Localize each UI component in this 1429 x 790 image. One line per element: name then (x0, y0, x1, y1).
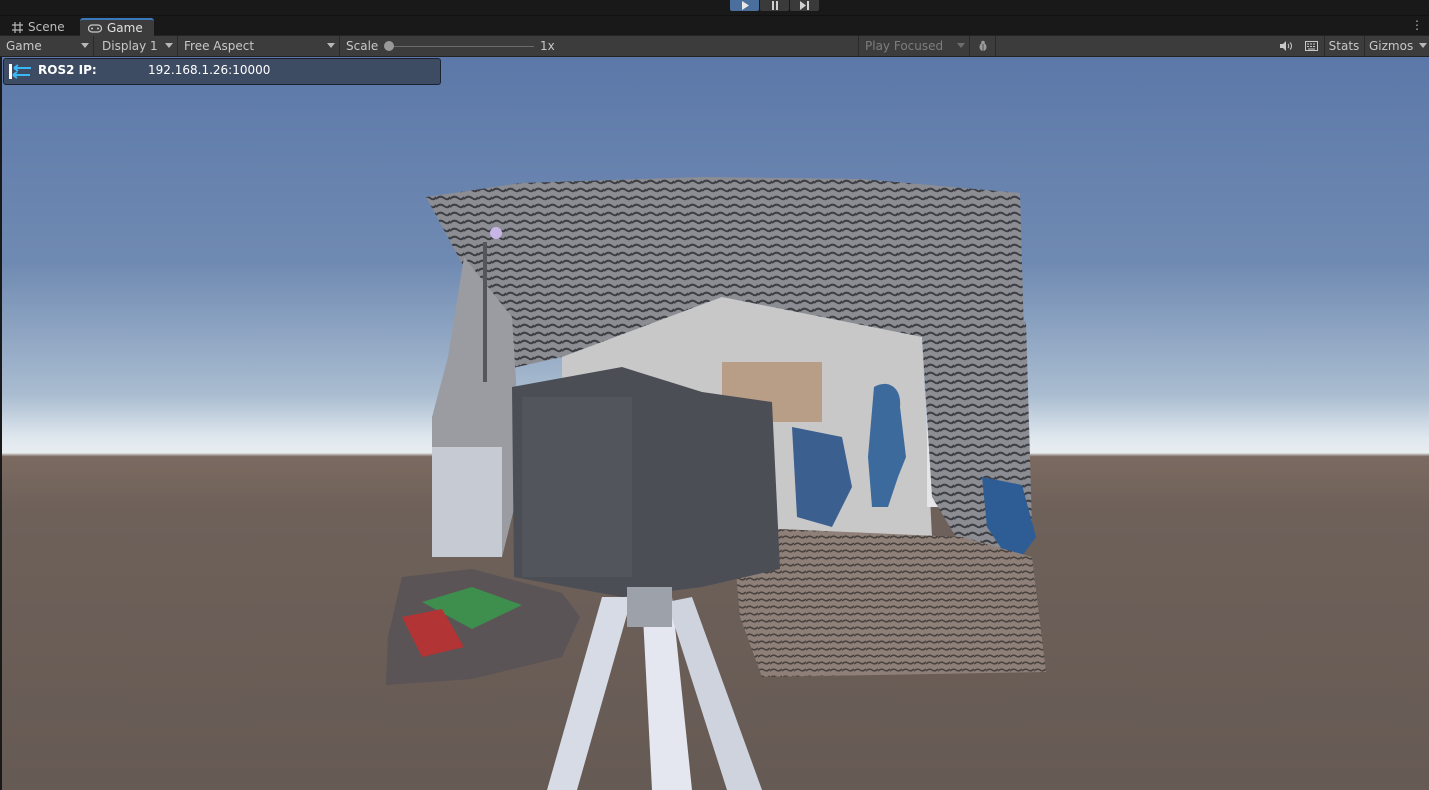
play-controls-bar (0, 0, 1429, 16)
stats-button[interactable]: Stats (1324, 36, 1363, 56)
view-mode-dropdown[interactable]: Game (0, 36, 94, 56)
play-mode-label: Play Focused (865, 39, 944, 53)
view-mode-label: Game (6, 39, 42, 53)
speaker-icon (1280, 41, 1292, 51)
ros2-ip-value: 192.168.1.26:10000 (148, 63, 271, 77)
light-pole (483, 242, 487, 382)
floor-voxels (732, 527, 1046, 677)
scale-control: Scale 1x (340, 36, 860, 56)
tab-scene-label: Scene (28, 20, 65, 34)
ros2-connection-panel: ROS2 IP: 192.168.1.26:10000 (3, 58, 441, 85)
play-mode-dropdown[interactable]: Play Focused (858, 36, 970, 56)
aspect-dropdown[interactable]: Free Aspect (178, 36, 340, 56)
gizmos-label: Gizmos (1369, 39, 1414, 53)
gamepad-icon (88, 23, 102, 33)
keyboard-icon (1304, 41, 1318, 51)
gizmos-dropdown[interactable]: Gizmos (1364, 36, 1429, 56)
game-viewport[interactable] (2, 57, 1429, 790)
tab-game-label: Game (107, 21, 143, 35)
step-icon (799, 1, 809, 10)
pause-button[interactable] (760, 0, 789, 11)
scale-slider-track[interactable] (388, 46, 534, 47)
editor-tab-strip: Scene Game ⋮ (0, 16, 1429, 36)
scale-value: 1x (540, 39, 555, 53)
display-label: Display 1 (102, 39, 158, 53)
light-source (490, 227, 502, 239)
display-dropdown[interactable]: Display 1 (96, 36, 178, 56)
aspect-label: Free Aspect (184, 39, 255, 53)
ros2-ip-label: ROS2 IP: (38, 63, 97, 77)
bug-icon (976, 40, 989, 51)
mute-audio-button[interactable] (1274, 36, 1298, 56)
stats-label: Stats (1328, 39, 1360, 53)
play-icon (741, 1, 749, 10)
left-white-blocks (432, 447, 502, 557)
play-button[interactable] (730, 0, 759, 11)
step-button[interactable] (790, 0, 819, 11)
grid-icon (12, 21, 23, 33)
point-cloud-render (386, 177, 1046, 790)
game-view-toolbar: Game Display 1 Free Aspect Scale 1x Play… (0, 36, 1429, 57)
chevron-down-icon (327, 43, 335, 48)
chevron-down-icon (957, 43, 965, 48)
scale-slider-thumb[interactable] (384, 41, 394, 51)
chevron-down-icon (165, 43, 173, 48)
frame-debugger-button[interactable] (970, 36, 996, 56)
chevron-down-icon (1419, 43, 1427, 48)
tab-scene[interactable]: Scene (4, 18, 76, 36)
play-buttons (730, 0, 819, 11)
shortcuts-button[interactable] (1299, 36, 1323, 56)
connection-arrows-icon (9, 64, 31, 79)
scale-label: Scale (346, 39, 379, 53)
tab-game[interactable]: Game (80, 18, 154, 36)
more-options-icon[interactable]: ⋮ (1411, 19, 1423, 31)
pause-icon (771, 1, 778, 10)
chevron-down-icon (81, 43, 89, 48)
